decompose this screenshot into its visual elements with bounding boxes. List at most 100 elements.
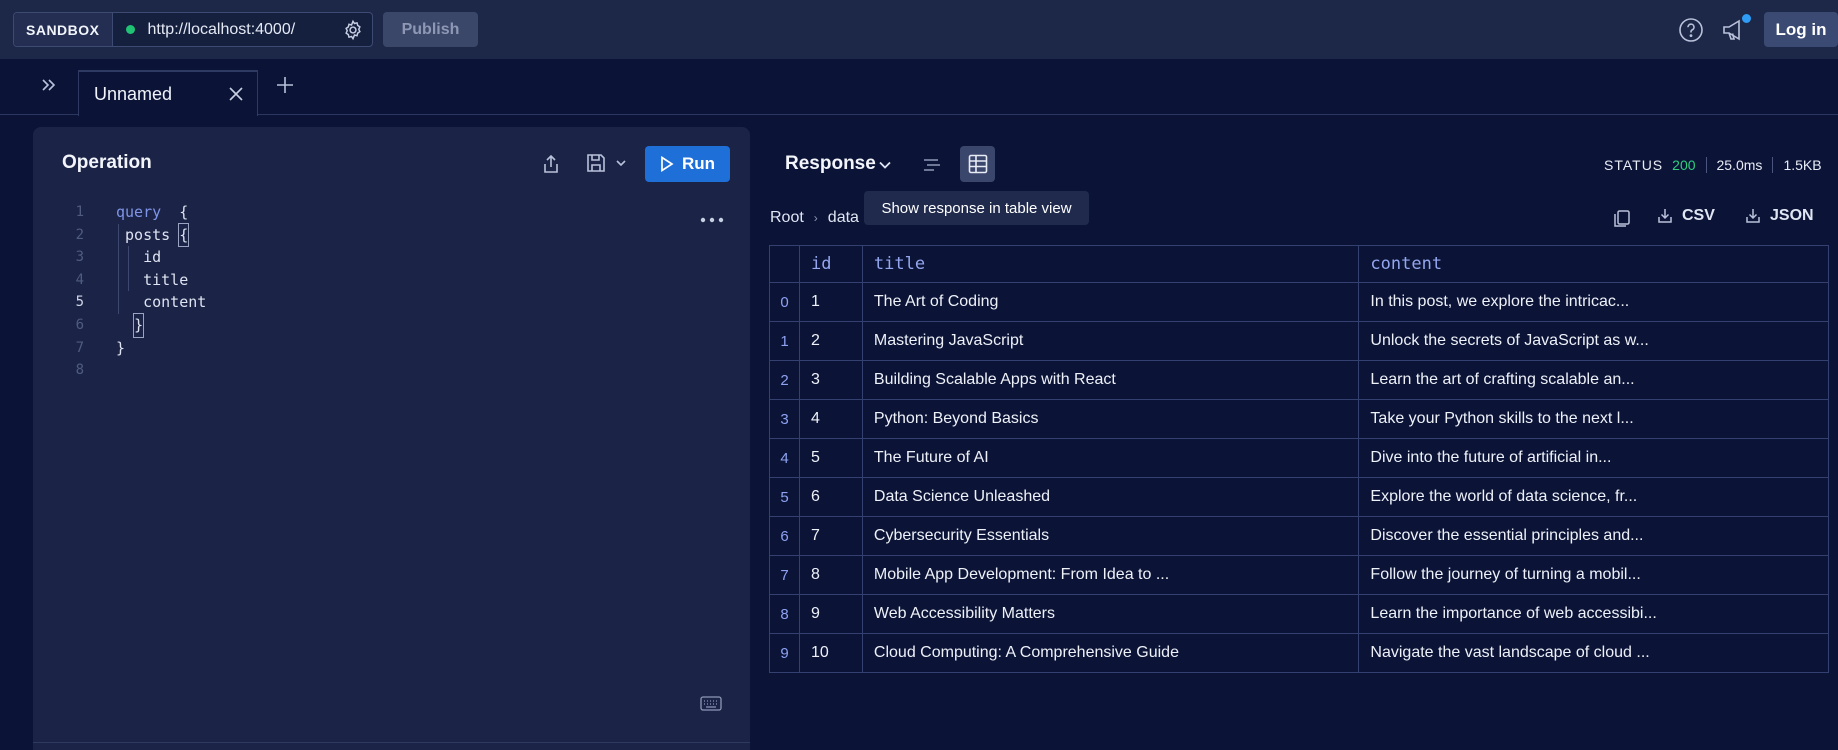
operation-panel: Operation Run 1 query { 2 posts { 3 id 4… xyxy=(33,127,750,750)
column-header-content[interactable]: content xyxy=(1358,245,1829,283)
download-csv-button[interactable]: CSV xyxy=(1656,207,1715,225)
status-code: 200 xyxy=(1672,157,1707,173)
code-text: title xyxy=(143,270,189,289)
notification-dot xyxy=(1742,14,1751,23)
code-editor[interactable]: 1 query { 2 posts { 3 id 4 title 5 conte… xyxy=(33,201,633,382)
expand-sidebar-icon[interactable] xyxy=(38,74,60,96)
breadcrumb-separator: › xyxy=(813,211,818,225)
code-text: } xyxy=(116,338,126,357)
code-line: 3 id xyxy=(33,246,633,269)
cell-content: Learn the importance of web accessibi... xyxy=(1358,594,1829,634)
cell-title: Data Science Unleashed xyxy=(861,477,1360,517)
cell-title: Web Accessibility Matters xyxy=(861,594,1360,634)
download-icon xyxy=(1746,209,1760,223)
column-header-title[interactable]: title xyxy=(861,245,1360,283)
download-json-button[interactable]: JSON xyxy=(1744,207,1814,225)
cell-title: Mastering JavaScript xyxy=(861,321,1360,361)
cell-id: 7 xyxy=(798,516,863,556)
row-index: 3 xyxy=(769,399,800,439)
code-text: query { xyxy=(116,203,189,221)
table-row[interactable]: 4 5 The Future of AI Dive into the future o… xyxy=(769,438,1829,478)
breadcrumb-item[interactable]: data xyxy=(828,209,859,227)
column-header-id[interactable]: id xyxy=(798,245,863,283)
cell-content: Learn the art of crafting scalable an... xyxy=(1358,360,1829,400)
plus-icon[interactable] xyxy=(274,74,296,96)
response-time: 25.0ms xyxy=(1717,157,1774,173)
line-number: 4 xyxy=(75,271,84,288)
cell-title: The Art of Coding xyxy=(861,282,1360,322)
cell-content: Navigate the vast landscape of cloud ... xyxy=(1358,633,1829,673)
row-index: 0 xyxy=(769,282,800,322)
csv-label: CSV xyxy=(1682,207,1715,224)
publish-button[interactable]: Publish xyxy=(383,12,478,47)
panel-divider xyxy=(33,742,750,743)
gear-icon[interactable] xyxy=(342,19,364,41)
indent-guide xyxy=(128,246,129,291)
breadcrumb-item[interactable]: Root xyxy=(770,209,804,227)
cell-id: 6 xyxy=(798,477,863,517)
table-row[interactable]: 2 3 Building Scalable Apps with React Learn… xyxy=(769,360,1829,400)
chevron-down-icon[interactable] xyxy=(615,157,627,169)
table-view-button[interactable] xyxy=(960,146,995,182)
line-number: 6 xyxy=(75,316,84,333)
line-number: 1 xyxy=(75,204,84,220)
code-line: 1 query { xyxy=(33,201,633,224)
row-index: 9 xyxy=(769,633,800,673)
chevron-down-icon[interactable] xyxy=(877,157,893,173)
status-label: STATUS xyxy=(1604,157,1664,173)
cell-content: Explore the world of data science, fr... xyxy=(1358,477,1829,517)
response-status: STATUS 200 25.0ms 1.5KB xyxy=(1604,155,1822,175)
table-row[interactable]: 3 4 Python: Beyond Basics Take your Python … xyxy=(769,399,1829,439)
code-text: content xyxy=(143,293,207,312)
row-index: 4 xyxy=(769,438,800,478)
cell-title: Mobile App Development: From Idea to ... xyxy=(861,555,1360,595)
tab-unnamed[interactable]: Unnamed xyxy=(78,70,258,116)
table-header-row: id title content xyxy=(769,245,1829,283)
keyboard-icon[interactable] xyxy=(700,696,722,711)
indent-guide xyxy=(118,223,119,314)
share-icon[interactable] xyxy=(540,153,562,175)
code-line: 7 } xyxy=(33,337,633,360)
help-icon[interactable] xyxy=(1678,17,1704,43)
code-text: id xyxy=(143,248,162,267)
row-index: 1 xyxy=(769,321,800,361)
code-line: 2 posts { xyxy=(33,222,633,248)
line-number: 2 xyxy=(75,226,84,243)
cell-title: Building Scalable Apps with React xyxy=(861,360,1360,400)
login-button[interactable]: Log in xyxy=(1764,12,1838,47)
json-label: JSON xyxy=(1770,207,1814,224)
run-label: Run xyxy=(681,154,716,173)
code-text: posts { xyxy=(116,222,190,248)
line-number: 5 xyxy=(75,294,84,311)
copy-icon[interactable] xyxy=(1612,209,1632,229)
top-bar: SANDBOX http://localhost:4000/ Publish L… xyxy=(0,0,1838,59)
response-title[interactable]: Response xyxy=(785,153,876,175)
table-row[interactable]: 1 2 Mastering JavaScript Unlock the secrets… xyxy=(769,321,1829,361)
cell-title: Python: Beyond Basics xyxy=(861,399,1360,439)
response-table: id title content 0 1 The Art of Coding In t… xyxy=(769,245,1829,673)
cell-id: 8 xyxy=(798,555,863,595)
table-row[interactable]: 0 1 The Art of Coding In this post, we expl… xyxy=(769,282,1829,322)
keyword-token: query xyxy=(116,203,162,221)
table-row[interactable]: 7 8 Mobile App Development: From Idea to .… xyxy=(769,555,1829,595)
download-icon xyxy=(1658,209,1672,223)
row-index: 7 xyxy=(769,555,800,595)
cell-id: 10 xyxy=(798,633,863,673)
connection-status-dot xyxy=(125,25,135,34)
cell-content: Follow the journey of turning a mobil... xyxy=(1358,555,1829,595)
breadcrumb: Root › data xyxy=(770,209,859,227)
more-icon[interactable] xyxy=(699,215,725,225)
table-row[interactable]: 8 9 Web Accessibility Matters Learn the imp… xyxy=(769,594,1829,634)
endpoint-url-input[interactable]: http://localhost:4000/ xyxy=(148,21,342,39)
cell-content: Take your Python skills to the next l... xyxy=(1358,399,1829,439)
save-icon[interactable] xyxy=(585,152,607,174)
line-number: 3 xyxy=(75,249,84,266)
table-row[interactable]: 9 10 Cloud Computing: A Comprehensive Guid… xyxy=(769,633,1829,673)
table-row[interactable]: 6 7 Cybersecurity Essentials Discover the e… xyxy=(769,516,1829,556)
run-button[interactable]: Run xyxy=(645,146,730,182)
list-view-icon[interactable] xyxy=(921,154,943,176)
row-index: 6 xyxy=(769,516,800,556)
close-icon[interactable] xyxy=(227,85,245,103)
tab-bar: Unnamed xyxy=(0,59,1838,116)
table-row[interactable]: 5 6 Data Science Unleashed Explore the worl… xyxy=(769,477,1829,517)
